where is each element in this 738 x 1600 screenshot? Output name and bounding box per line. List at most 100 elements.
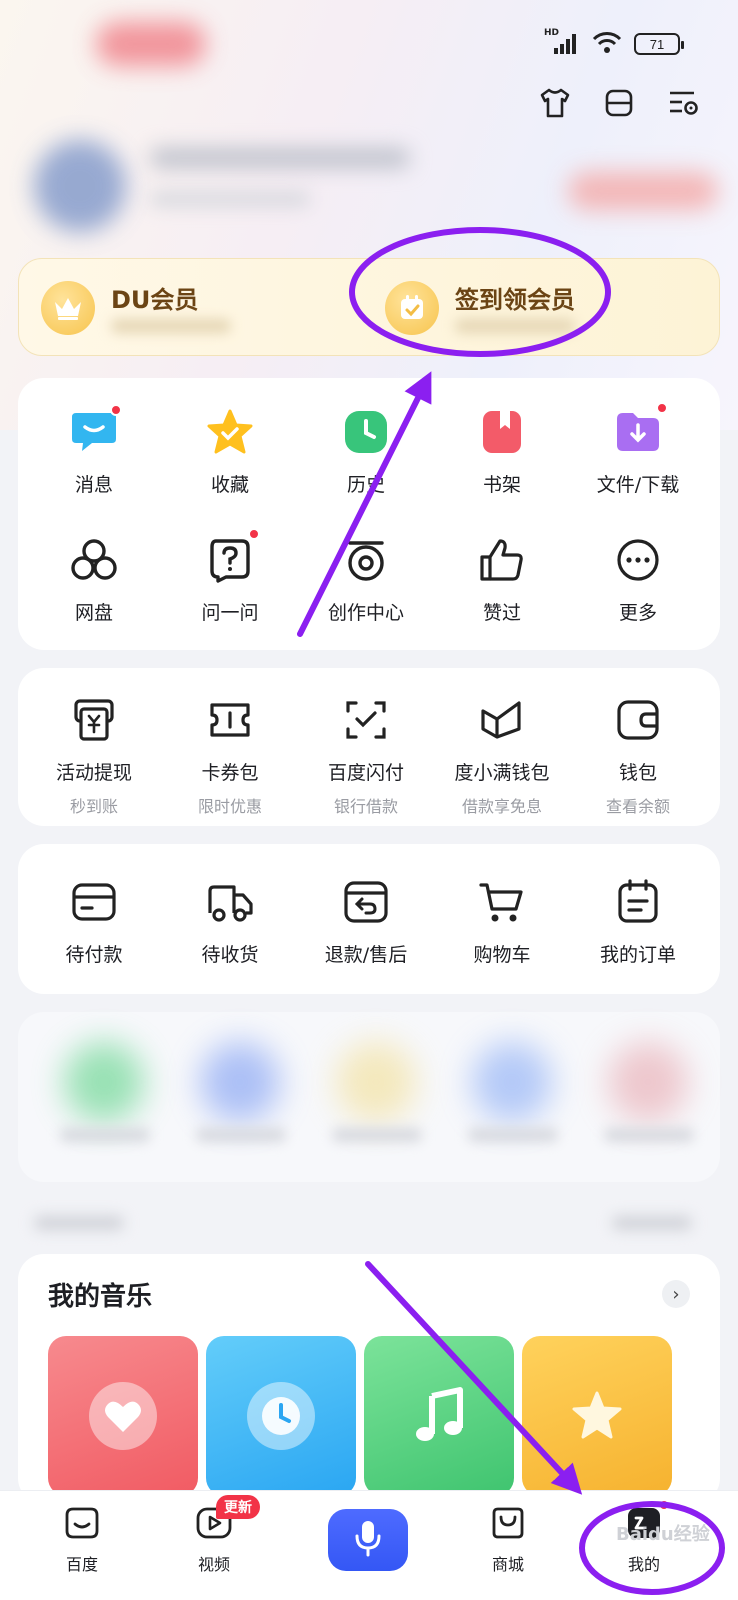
- blurred-service-2[interactable]: [200, 1042, 280, 1122]
- duxiaoman-icon: [478, 696, 526, 744]
- my-music-card: 我的音乐 ›: [18, 1254, 720, 1504]
- du-vip-title: DU会员: [111, 285, 199, 314]
- quick-item-ask[interactable]: 问一问: [162, 528, 298, 625]
- music-tile-recent[interactable]: [206, 1336, 356, 1496]
- ask-icon: [206, 528, 260, 584]
- finance-item-label: 卡券包: [201, 762, 259, 784]
- blurred-service-label: [332, 1128, 422, 1142]
- status-bar: HD 71: [544, 28, 684, 58]
- quick-item-liked[interactable]: 赞过: [434, 536, 570, 625]
- order-item-label: 购物车: [473, 944, 531, 966]
- blurred-service-5[interactable]: [608, 1042, 688, 1122]
- quick-item-label: 文件/下载: [596, 474, 680, 496]
- quick-item-label: 消息: [74, 474, 113, 496]
- notification-dot: [658, 1499, 670, 1511]
- blurred-service-label: [604, 1128, 694, 1142]
- profile-action-blurred[interactable]: [568, 172, 718, 210]
- voice-search-button[interactable]: [328, 1509, 408, 1571]
- quick-item-bookshelf[interactable]: 书架: [434, 408, 570, 497]
- cloud-drive-icon: [70, 536, 118, 584]
- quick-item-more[interactable]: 更多: [570, 536, 706, 625]
- order-item-refund[interactable]: 退款/售后: [298, 878, 434, 967]
- quick-item-favorites[interactable]: 收藏: [162, 408, 298, 497]
- signal-icon: HD: [544, 28, 580, 56]
- card-icon: [70, 878, 118, 926]
- finance-row: 活动提现 秒到账 卡券包 限时优惠 百度闪付 银行借款 度小满钱包 借款享免息: [18, 696, 720, 817]
- blurred-service-3[interactable]: [336, 1042, 416, 1122]
- finance-item-quickpay[interactable]: 百度闪付 银行借款: [298, 696, 434, 817]
- order-list-icon: [614, 878, 662, 926]
- quick-item-creator-center[interactable]: 创作中心: [298, 536, 434, 625]
- du-vip-entry[interactable]: DU会员: [41, 259, 231, 357]
- finance-item-duxiaoman[interactable]: 度小满钱包 借款享免息: [434, 696, 570, 817]
- du-vip-sub-blurred: [111, 319, 231, 333]
- blurred-service-4[interactable]: [472, 1042, 552, 1122]
- tab-label: 我的: [627, 1555, 660, 1574]
- finance-item-sub: 借款享免息: [461, 797, 542, 816]
- network-type: HD: [544, 28, 560, 38]
- tab-baidu[interactable]: 百度: [32, 1503, 132, 1575]
- star-icon: [563, 1382, 631, 1450]
- order-item-to-receive[interactable]: 待收货: [162, 878, 298, 967]
- order-item-label: 待付款: [65, 944, 123, 966]
- blurred-service-label: [60, 1128, 150, 1142]
- music-tile-collection[interactable]: [522, 1336, 672, 1496]
- quick-item-label: 历史: [346, 474, 385, 496]
- username-blurred: [150, 148, 410, 168]
- quick-item-files-downloads[interactable]: 文件/下载: [570, 402, 706, 497]
- top-toolbar: [538, 86, 700, 120]
- quick-item-netdisk[interactable]: 网盘: [26, 536, 162, 625]
- notification-dot: [248, 528, 260, 540]
- order-item-pending-payment[interactable]: 待付款: [26, 878, 162, 967]
- battery-indicator: 71: [634, 33, 684, 55]
- order-item-my-orders[interactable]: 我的订单: [570, 878, 706, 967]
- withdraw-icon: [70, 696, 118, 744]
- settings-list-icon[interactable]: [666, 86, 700, 120]
- blurred-service-label: [468, 1128, 558, 1142]
- tab-label: 百度: [65, 1555, 98, 1574]
- tab-label: 商城: [491, 1555, 524, 1574]
- blurred-top-badge: [96, 22, 206, 66]
- update-badge: 更新: [216, 1495, 260, 1519]
- tab-mall[interactable]: 商城: [458, 1503, 558, 1575]
- baidu-home-icon: [62, 1503, 102, 1543]
- chevron-right-icon[interactable]: ›: [662, 1280, 690, 1308]
- truck-icon: [206, 878, 254, 926]
- finance-item-label: 度小满钱包: [454, 762, 550, 784]
- quick-item-label: 更多: [618, 602, 657, 624]
- finance-item-coupons[interactable]: 卡券包 限时优惠: [162, 696, 298, 817]
- quick-item-history[interactable]: 历史: [298, 408, 434, 497]
- signin-vip-sub-blurred: [455, 319, 575, 333]
- quick-item-messages[interactable]: 消息: [26, 404, 162, 497]
- quick-item-label: 创作中心: [327, 602, 404, 624]
- order-item-cart[interactable]: 购物车: [434, 878, 570, 967]
- finance-item-label: 活动提现: [55, 762, 132, 784]
- signin-vip-title: 签到领会员: [455, 285, 575, 314]
- shop-bag-icon: [488, 1503, 528, 1543]
- music-tile-liked[interactable]: [48, 1336, 198, 1496]
- scan-pay-icon: [342, 696, 390, 744]
- finance-item-withdraw[interactable]: 活动提现 秒到账: [26, 696, 162, 817]
- finance-item-sub: 银行借款: [333, 797, 398, 816]
- blurred-service-1[interactable]: [64, 1042, 144, 1122]
- quick-item-label: 问一问: [201, 602, 259, 624]
- bookmark-icon: [478, 408, 526, 456]
- finance-item-sub: 查看余额: [605, 797, 670, 816]
- finance-item-wallet[interactable]: 钱包 查看余额: [570, 696, 706, 817]
- more-icon: [614, 536, 662, 584]
- scan-icon[interactable]: [602, 86, 636, 120]
- quick-access-card: 消息 收藏 历史 书架 文件/下载 网盘 问一问 创作中心 赞过 更多: [18, 378, 720, 650]
- avatar[interactable]: [34, 140, 126, 232]
- calendar-check-icon: [385, 281, 439, 335]
- cart-icon: [478, 878, 526, 926]
- orders-card: 待付款 待收货 退款/售后 购物车 我的订单: [18, 844, 720, 994]
- tshirt-icon[interactable]: [538, 86, 572, 120]
- tab-video[interactable]: 更新 视频: [164, 1495, 264, 1575]
- finance-item-label: 百度闪付: [327, 762, 404, 784]
- quick-row-1: 消息 收藏 历史 书架 文件/下载: [18, 402, 720, 497]
- signin-vip-entry[interactable]: 签到领会员: [385, 259, 575, 357]
- music-tile-local[interactable]: [364, 1336, 514, 1496]
- quick-item-label: 书架: [482, 474, 521, 496]
- video-icon: 更新: [194, 1495, 260, 1543]
- user-info-blurred: [150, 192, 310, 206]
